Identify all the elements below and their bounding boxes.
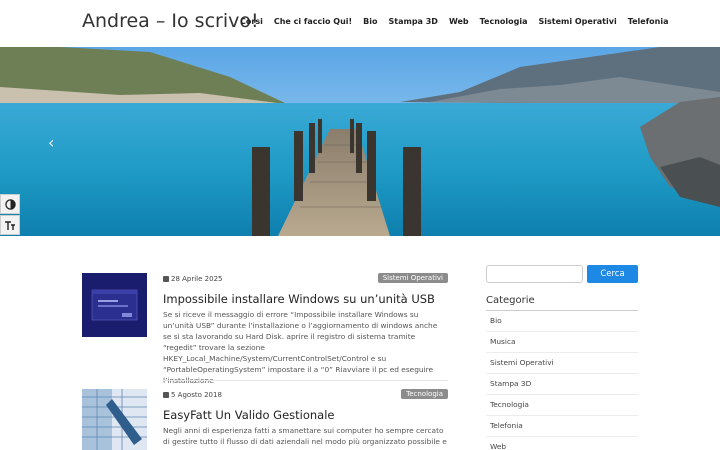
category-link-stampa-3d[interactable]: Stampa 3D [486, 374, 638, 395]
post-thumbnail[interactable] [82, 273, 147, 337]
categories-list: Bio Musica Sistemi Operativi Stampa 3D T… [486, 311, 638, 450]
contrast-icon [4, 198, 16, 210]
search-input[interactable] [486, 265, 583, 283]
search-button[interactable]: Cerca [587, 265, 638, 283]
nav-item-sistemi-operativi[interactable]: Sistemi Operativi [539, 17, 617, 26]
category-link-telefonia[interactable]: Telefonia [486, 416, 638, 437]
calendar-icon [163, 392, 169, 398]
slider-prev-button[interactable]: ‹ [48, 133, 60, 152]
post-excerpt: Negli anni di esperienza fatti a smanett… [163, 426, 447, 450]
post-thumbnail[interactable] [82, 389, 147, 450]
category-link-bio[interactable]: Bio [486, 311, 638, 332]
nav-item-che-ci-faccio-qui[interactable]: Che ci faccio Qui! [274, 17, 352, 26]
category-link-web[interactable]: Web [486, 437, 638, 450]
site-header: Andrea – Io scrivo! Corsi Che ci faccio … [0, 0, 720, 47]
site-title[interactable]: Andrea – Io scrivo! [82, 10, 259, 32]
calendar-icon [163, 276, 169, 282]
post-date: 28 Aprile 2025 [163, 275, 222, 283]
nav-item-stampa-3d[interactable]: Stampa 3D [389, 17, 438, 26]
hero-image [0, 47, 720, 236]
post-divider [163, 380, 448, 381]
post-date: 5 Agosto 2018 [163, 391, 222, 399]
nav-item-web[interactable]: Web [449, 17, 469, 26]
nav-item-tecnologia[interactable]: Tecnologia [480, 17, 528, 26]
main-nav: Corsi Che ci faccio Qui! Bio Stampa 3D W… [240, 17, 680, 26]
font-size-icon [5, 220, 15, 230]
category-link-musica[interactable]: Musica [486, 332, 638, 353]
contrast-toggle-button[interactable] [0, 194, 20, 214]
font-size-toggle-button[interactable] [0, 215, 20, 235]
post-title[interactable]: Impossibile installare Windows su un’uni… [163, 292, 435, 306]
nav-item-bio[interactable]: Bio [363, 17, 377, 26]
nav-item-corsi[interactable]: Corsi [240, 17, 263, 26]
accessibility-toolbar [0, 194, 20, 235]
category-link-sistemi-operativi[interactable]: Sistemi Operativi [486, 353, 638, 374]
categories-heading: Categorie [486, 295, 535, 306]
post-excerpt: Se si riceve il messaggio di errore “Imp… [163, 310, 438, 385]
category-link-tecnologia[interactable]: Tecnologia [486, 395, 638, 416]
post-title[interactable]: EasyFatt Un Valido Gestionale [163, 408, 334, 422]
category-badge[interactable]: Sistemi Operativi [377, 273, 448, 283]
post-card: 5 Agosto 2018 Tecnologia EasyFatt Un Val… [82, 389, 448, 450]
nav-item-telefonia[interactable]: Telefonia [628, 17, 669, 26]
hero-slider: ‹ [0, 47, 720, 236]
category-badge[interactable]: Tecnologia [401, 389, 448, 399]
post-card: 28 Aprile 2025 Sistemi Operativi Impossi… [82, 273, 448, 385]
